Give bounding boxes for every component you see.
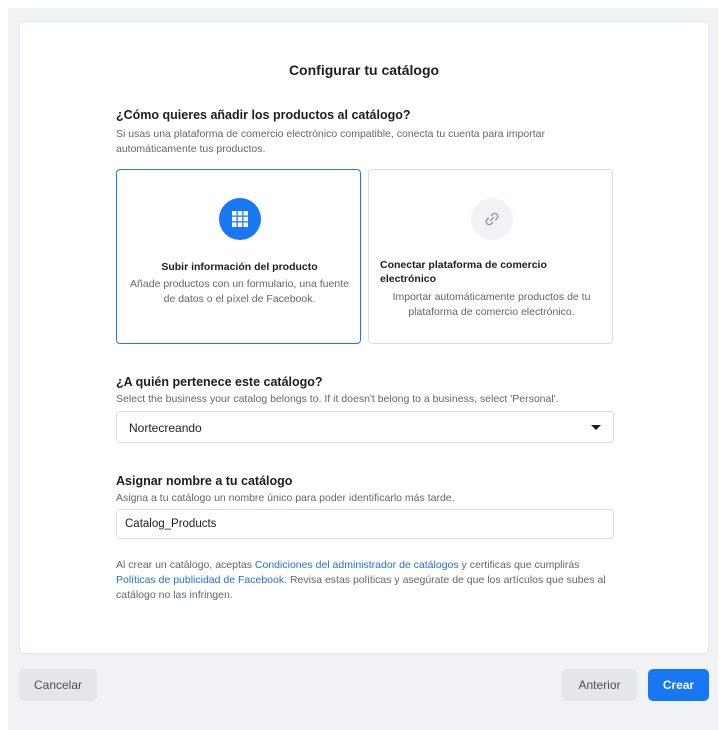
catalog-name-description: Asigna a tu catálogo un nombre único par… [116, 492, 455, 504]
terms-text: Al crear un catálogo, aceptas [116, 559, 255, 571]
catalog-name-heading: Asignar nombre a tu catálogo [116, 474, 293, 488]
dialog-title: Configurar tu catálogo [288, 62, 440, 78]
add-products-description: Si usas una plataforma de comercio elect… [116, 128, 545, 155]
option-description: Importar automáticamente productos de tu… [392, 291, 591, 318]
cancel-button[interactable]: Cancelar [19, 669, 97, 701]
option-connect-ecommerce[interactable]: Conectar plataforma de comercio electrón… [368, 169, 613, 344]
terms-text: y certificas que cumplirás [458, 559, 580, 571]
owner-heading: ¿A quién pertenece este catálogo? [116, 375, 323, 389]
option-description: Añade productos con un formulario, una f… [130, 278, 349, 305]
previous-button[interactable]: Anterior [562, 669, 637, 701]
create-button[interactable]: Crear [648, 669, 709, 701]
option-title: Conectar plataforma de comercio electrón… [380, 259, 547, 285]
option-upload-product-info[interactable]: Subir información del producto Añade pro… [116, 169, 361, 344]
option-title: Subir información del producto [161, 261, 318, 273]
business-select[interactable]: Nortecreando [116, 411, 614, 443]
link-icon [471, 198, 513, 240]
setup-catalog-dialog: Configurar tu catálogo ¿Cómo quieres aña… [19, 21, 709, 654]
terms-notice: Al crear un catálogo, aceptas Condicione… [116, 558, 616, 603]
caret-down-icon [591, 425, 601, 430]
add-products-heading: ¿Cómo quieres añadir los productos al ca… [116, 108, 411, 122]
catalog-manager-terms-link[interactable]: Condiciones del administrador de catálog… [255, 559, 459, 571]
grid-icon [219, 198, 261, 240]
business-select-value: Nortecreando [129, 421, 202, 435]
owner-description: Select the business your catalog belongs… [116, 393, 559, 405]
facebook-ad-policies-link[interactable]: Políticas de publicidad de Facebook [116, 574, 284, 586]
catalog-name-input[interactable] [116, 509, 614, 539]
